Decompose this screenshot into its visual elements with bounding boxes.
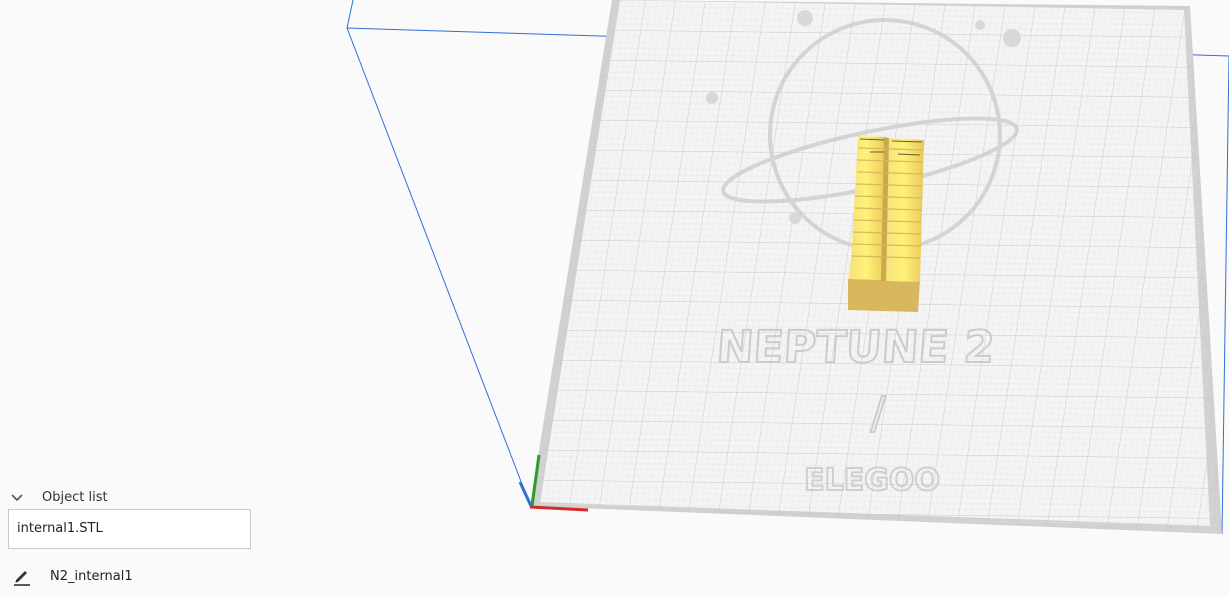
model-internal1[interactable] [848,136,924,312]
bed-logo-text: NEPTUNE 2 [715,322,996,373]
bed-brand-text: ELEGOO [804,463,940,498]
job-name-row: N2_internal1 [12,566,133,586]
print-bed: NEPTUNE 2 / ELEGOO [530,0,1222,534]
pencil-icon[interactable] [12,566,32,586]
object-list-panel: Object list internal1.STL N2_internal1 [0,482,270,597]
bed-logo-sub: / [871,388,886,439]
chevron-down-icon [11,494,23,502]
object-list-title: Object list [42,489,108,505]
job-name[interactable]: N2_internal1 [50,569,133,584]
object-list-box: internal1.STL [8,509,251,549]
object-list-toggle[interactable]: Object list [8,486,108,508]
list-item[interactable]: internal1.STL [17,521,103,536]
